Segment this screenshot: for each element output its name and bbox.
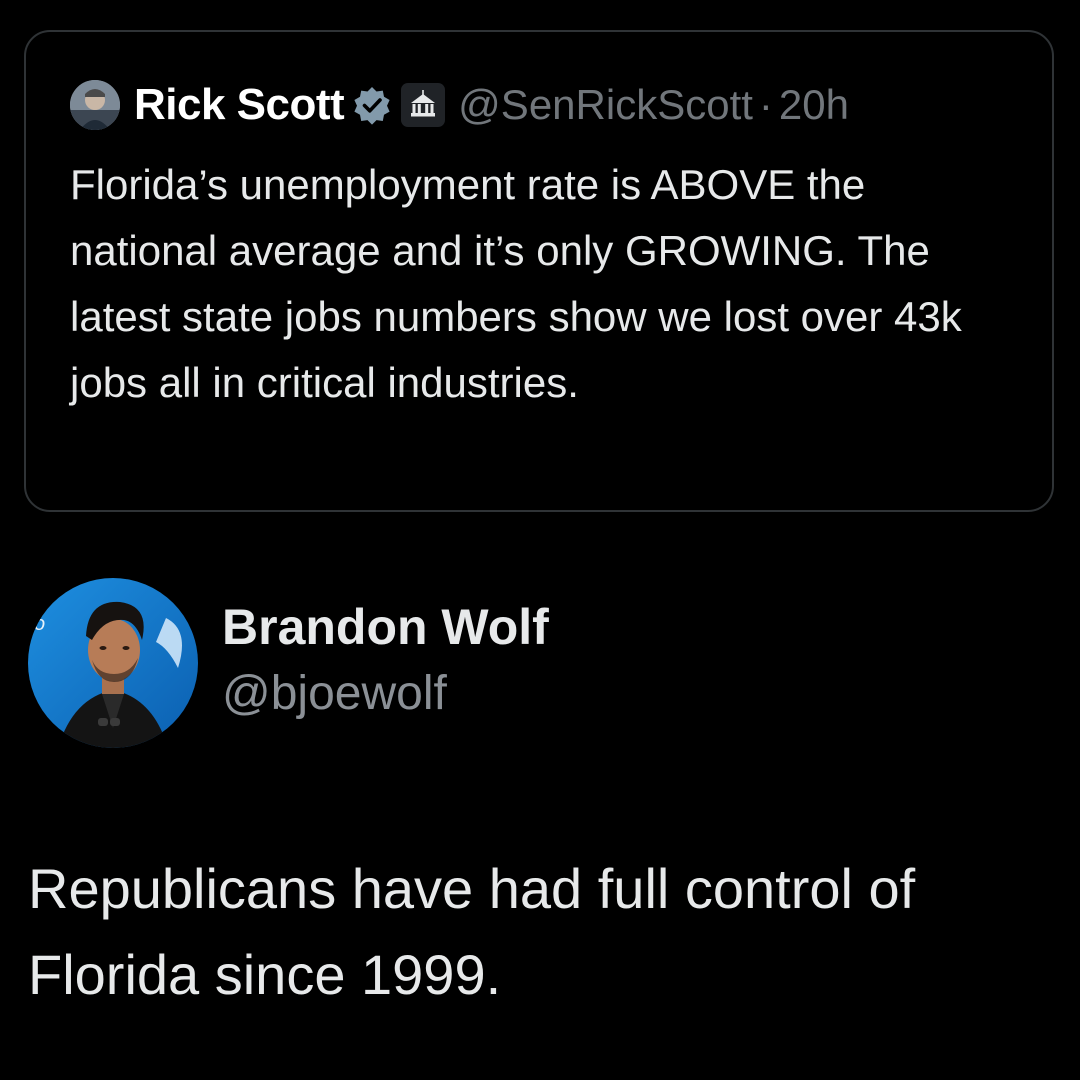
author-avatar[interactable]: o (28, 578, 198, 748)
tweet-text: Republicans have had full control of Flo… (28, 857, 916, 1006)
government-building-icon (401, 83, 446, 127)
quoted-author-avatar[interactable] (70, 80, 120, 130)
quoted-author-handle[interactable]: @SenRickScott (458, 81, 753, 129)
separator-dot: · (758, 81, 773, 128)
author-handle[interactable]: @bjoewolf (222, 666, 447, 721)
quoted-tweet-timestamp[interactable]: 20h (779, 81, 849, 129)
avatar-photo-icon (70, 80, 120, 130)
quoted-tweet-header: Rick Scott @SenRickScott · 20h (70, 80, 849, 130)
quoted-author-name[interactable]: Rick Scott (134, 80, 345, 130)
svg-text:o: o (34, 613, 45, 635)
avatar-photo-icon: o (28, 578, 198, 748)
quoted-tweet-card[interactable]: Rick Scott @SenRickScott · 20h Florida’s… (24, 30, 1054, 512)
quoted-tweet-text: Florida’s unemployment rate is ABOVE the… (70, 161, 962, 406)
author-name[interactable]: Brandon Wolf (222, 598, 549, 656)
verified-icon (354, 87, 390, 125)
